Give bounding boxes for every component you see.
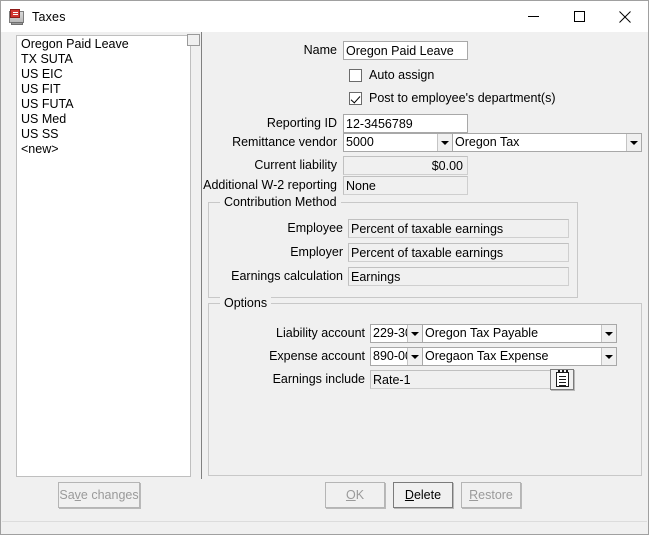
restore-label: Restore — [469, 488, 513, 502]
post-to-department-checkbox[interactable] — [349, 91, 362, 105]
auto-assign-checkbox[interactable] — [349, 68, 362, 82]
window-controls — [510, 1, 648, 32]
chevron-down-icon[interactable] — [601, 325, 616, 342]
footer-divider — [2, 521, 647, 522]
liability-account-code-combo[interactable]: 229-30 — [370, 324, 423, 343]
additional-w2-value: None — [343, 176, 468, 195]
chevron-down-icon[interactable] — [626, 134, 641, 151]
name-input[interactable]: Oregon Paid Leave — [343, 41, 468, 60]
list-item[interactable]: US EIC — [17, 67, 190, 82]
post-to-department-row[interactable]: Post to employee's department(s) — [349, 91, 556, 105]
expense-account-code-value: 890-00 — [373, 349, 407, 363]
reporting-id-input[interactable]: 12-3456789 — [343, 114, 468, 133]
notepad-icon — [555, 370, 569, 387]
expense-account-name-value: Oregaon Tax Expense — [425, 349, 549, 363]
minimize-button[interactable] — [510, 1, 556, 32]
name-label: Name — [303, 43, 337, 57]
dialog-client-area: Oregon Paid Leave TX SUTA US EIC US FIT … — [2, 32, 647, 533]
employee-label: Employee — [287, 221, 343, 235]
splitter-grip[interactable] — [187, 34, 200, 46]
additional-w2-label: Additional W-2 reporting — [203, 178, 337, 192]
options-title: Options — [220, 296, 272, 310]
remittance-vendor-label: Remittance vendor — [232, 135, 337, 149]
save-changes-label: Save changes — [59, 488, 139, 502]
expense-account-name-combo[interactable]: Oregaon Tax Expense — [422, 347, 617, 366]
liability-account-code-value: 229-30 — [373, 326, 407, 340]
remittance-vendor-code-value: 5000 — [346, 135, 374, 149]
splitter[interactable] — [201, 32, 202, 479]
remittance-vendor-name-combo[interactable]: Oregon Tax — [452, 133, 642, 152]
current-liability-value: $0.00 — [343, 156, 468, 175]
list-item-label: Oregon Paid Leave — [21, 37, 129, 51]
list-item[interactable]: US FUTA — [17, 97, 190, 112]
liability-account-label: Liability account — [276, 326, 365, 340]
employee-value: Percent of taxable earnings — [348, 219, 569, 238]
taxes-dialog-window: Taxes Oregon Paid Leave TX SUTA US EIC U… — [0, 0, 649, 535]
save-changes-button[interactable]: Save changes — [58, 482, 140, 508]
earnings-include-value[interactable]: Rate-1 — [370, 370, 556, 389]
list-item[interactable]: US SS — [17, 127, 190, 142]
restore-button[interactable]: Restore — [461, 482, 521, 508]
list-item[interactable]: US Med — [17, 112, 190, 127]
auto-assign-row[interactable]: Auto assign — [349, 68, 434, 82]
tax-list[interactable]: Oregon Paid Leave TX SUTA US EIC US FIT … — [16, 35, 191, 477]
delete-button[interactable]: Delete — [393, 482, 453, 508]
options-group: Options Liability account 229-30 Oregon … — [208, 296, 642, 476]
earnings-include-label: Earnings include — [272, 372, 365, 386]
post-to-department-label: Post to employee's department(s) — [369, 91, 556, 105]
close-button[interactable] — [602, 1, 648, 32]
chevron-down-icon[interactable] — [407, 348, 422, 365]
ok-button[interactable]: OK — [325, 482, 385, 508]
chevron-down-icon[interactable] — [437, 134, 452, 151]
ok-label: OK — [345, 488, 365, 502]
remittance-vendor-code-combo[interactable]: 5000 — [343, 133, 453, 152]
liability-account-name-value: Oregon Tax Payable — [425, 326, 539, 340]
employer-value: Percent of taxable earnings — [348, 243, 569, 262]
expense-account-label: Expense account — [269, 349, 365, 363]
current-liability-label: Current liability — [254, 158, 337, 172]
contribution-method-group: Contribution Method Employee Percent of … — [208, 195, 578, 298]
contribution-method-title: Contribution Method — [220, 195, 341, 209]
list-item[interactable]: Oregon Paid Leave — [17, 37, 190, 52]
expense-account-code-combo[interactable]: 890-00 — [370, 347, 423, 366]
title-bar: Taxes — [1, 1, 648, 32]
earnings-calculation-value: Earnings — [348, 267, 569, 286]
earnings-include-picker-button[interactable] — [550, 369, 574, 390]
maximize-button[interactable] — [556, 1, 602, 32]
taxes-app-icon — [9, 8, 25, 25]
chevron-down-icon[interactable] — [601, 348, 616, 365]
reporting-id-label: Reporting ID — [266, 116, 337, 130]
liability-account-name-combo[interactable]: Oregon Tax Payable — [422, 324, 617, 343]
employer-label: Employer — [290, 245, 343, 259]
list-item[interactable]: TX SUTA — [17, 52, 190, 67]
delete-label: Delete — [404, 488, 442, 502]
remittance-vendor-name-value: Oregon Tax — [455, 135, 520, 149]
list-item[interactable]: <new> — [17, 142, 190, 157]
earnings-calculation-label: Earnings calculation — [231, 269, 343, 283]
auto-assign-label: Auto assign — [369, 68, 435, 82]
list-item[interactable]: US FIT — [17, 82, 190, 97]
window-title: Taxes — [32, 9, 66, 24]
save-changes-wrap: Save changes — [58, 482, 140, 508]
chevron-down-icon[interactable] — [407, 325, 422, 342]
